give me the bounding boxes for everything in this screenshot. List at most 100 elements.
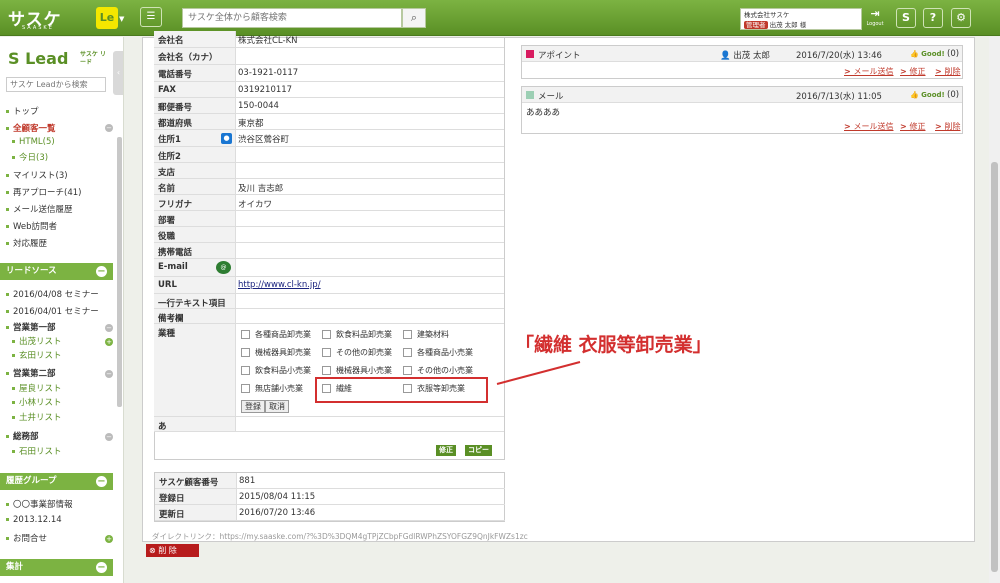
industry-checkbox[interactable]: その他の卸売業 (322, 347, 392, 358)
nav-all-customers[interactable]: 全顧客一覧 (6, 122, 56, 134)
nav-today[interactable]: 今日(3) (12, 151, 48, 163)
le-app-badge[interactable]: Le (96, 7, 118, 29)
sidebar-collapse-icon[interactable]: ‹ (113, 51, 123, 95)
role-badge: 管理者 (744, 21, 768, 29)
nav-reapproach[interactable]: 再アプローチ(41) (6, 186, 81, 198)
lead-source-item[interactable]: 玄田リスト (12, 349, 62, 361)
scroll-thumb[interactable] (991, 162, 998, 572)
industry-checkbox[interactable]: 機械器具卸売業 (241, 347, 311, 358)
nav-top[interactable]: トップ (6, 105, 39, 117)
register-button[interactable]: 登録 (241, 400, 265, 413)
collapse-icon[interactable]: − (105, 370, 113, 378)
copy-button[interactable]: コピー (465, 445, 492, 456)
industry-checkbox[interactable]: その他の小売業 (403, 365, 473, 376)
nav-response-history[interactable]: 対応履歴 (6, 237, 47, 249)
collapse-icon[interactable]: − (96, 562, 107, 573)
send-mail-link[interactable]: メール送信 (844, 121, 894, 132)
lead-logo: S Lead サスケ リード (8, 49, 106, 68)
industry-checkbox[interactable]: 各種商品卸売業 (241, 329, 311, 340)
field-row: 役職 (154, 227, 504, 243)
chevron-down-icon[interactable]: ▼ (119, 15, 124, 23)
field-row: URL http://www.cl-kn.jp/ (154, 277, 504, 294)
edit-link[interactable]: 修正 (900, 66, 926, 77)
edit-link[interactable]: 修正 (900, 121, 926, 132)
delete-link[interactable]: 削除 (935, 121, 961, 132)
add-icon[interactable]: + (105, 535, 113, 543)
search-icon: ⌕ (410, 11, 418, 24)
gear-icon[interactable]: ⚙ (951, 8, 971, 28)
nav-web-visitors[interactable]: Web訪問者 (6, 220, 57, 232)
saaske-menu-icon[interactable]: S (896, 8, 916, 28)
lead-source-item[interactable]: 土井リスト (12, 411, 62, 423)
meta-table: サスケ顧客番号 881 登録日 2015/08/04 11:15 更新日 2016/0… (154, 472, 505, 522)
sidebar-scrollbar[interactable] (117, 137, 122, 407)
field-row: 携帯電話 (154, 243, 504, 259)
edit-button[interactable]: 修正 (436, 445, 456, 456)
saaske-logo[interactable]: サスケ SAASKE (8, 5, 62, 31)
activity-type: アポイント (538, 51, 581, 61)
good-button[interactable]: 👍 Good! (910, 91, 945, 99)
collapse-icon[interactable]: − (96, 476, 107, 487)
delete-button[interactable]: ⊗ 削 除 (146, 544, 199, 557)
appointment-icon (526, 50, 534, 58)
history-item[interactable]: 〇〇事業部情報 (6, 498, 73, 510)
activity-card: アポイント 👤 出茂 太郎 2016/7/20(水) 13:46 👍 Good!… (521, 45, 963, 79)
direct-link[interactable]: ダイレクトリンク：https://my.saaske.com/?%3D%3DQM… (152, 531, 528, 542)
industry-checkbox[interactable]: 機械器具小売業 (322, 365, 392, 376)
history-item[interactable]: お問合せ (6, 532, 47, 544)
user-name: 出茂 太郎 様 (769, 21, 807, 29)
history-item[interactable]: 2013.12.14 (6, 515, 62, 525)
url-link[interactable]: http://www.cl-kn.jp/ (238, 280, 321, 290)
callout-text: 「繊維 衣服等卸売業」 (515, 334, 712, 356)
industry-checkbox[interactable]: 各種商品小売業 (403, 347, 473, 358)
global-search-input[interactable] (182, 8, 402, 28)
lead-source-item[interactable]: 出茂リスト (12, 335, 62, 347)
lead-source-item[interactable]: 小林リスト (12, 396, 62, 408)
meta-row: サスケ顧客番号 881 (155, 473, 505, 489)
delete-link[interactable]: 削除 (935, 66, 961, 77)
field-row: フリガナ オイカワ (154, 195, 504, 211)
lead-source-group[interactable]: 営業第一部 (6, 321, 56, 333)
lead-source-item[interactable]: 2016/04/08 セミナー (6, 288, 99, 300)
good-count: (0) (947, 90, 960, 100)
industry-checkbox[interactable]: 建築材料 (403, 329, 449, 340)
lead-source-item[interactable]: 石田リスト (12, 445, 62, 457)
map-pin-icon[interactable]: ● (221, 133, 232, 144)
logout-button[interactable]: ⇥ Logout (866, 7, 884, 29)
field-row: 会社名（カナ） (154, 48, 504, 65)
sidebar-search-input[interactable] (6, 77, 106, 92)
page-scrollbar[interactable] (989, 37, 1000, 583)
good-button[interactable]: 👍 Good! (910, 50, 945, 58)
collapse-icon[interactable]: − (96, 266, 107, 277)
cancel-button[interactable]: 取消 (265, 400, 289, 413)
history-group-header[interactable]: 履歴グループ − (0, 473, 113, 490)
aggregate-header[interactable]: 集計 − (0, 559, 113, 576)
industry-checkbox[interactable]: 無店舗小売業 (241, 383, 303, 394)
lead-source-item[interactable]: 2016/04/01 セミナー (6, 305, 99, 317)
send-mail-icon[interactable]: @ (216, 261, 231, 274)
lead-source-item[interactable]: 屋良リスト (12, 382, 62, 394)
lead-source-group[interactable]: 総務部 (6, 430, 39, 442)
field-row: 住所2 (154, 147, 504, 163)
help-icon[interactable]: ? (923, 8, 943, 28)
send-mail-link[interactable]: メール送信 (844, 66, 894, 77)
nav-mylist[interactable]: マイリスト(3) (6, 169, 68, 181)
collapse-icon[interactable]: − (105, 324, 113, 332)
lead-source-header[interactable]: リードソース − (0, 263, 113, 280)
nav-mail-history[interactable]: メール送信履歴 (6, 203, 73, 215)
nav-html[interactable]: HTML(5) (12, 137, 55, 147)
chat-icon[interactable]: ☰ (140, 7, 162, 27)
field-row: 電話番号 03-1921-0117 (154, 65, 504, 82)
lead-source-group[interactable]: 営業第二部 (6, 367, 56, 379)
add-icon[interactable]: + (105, 338, 113, 346)
industry-checkbox[interactable]: 飲食料品卸売業 (322, 329, 392, 340)
collapse-icon[interactable]: − (105, 433, 113, 441)
meta-row: 更新日 2016/07/20 13:46 (155, 505, 505, 521)
field-row: FAX 0319210117 (154, 82, 504, 98)
field-row: 住所1 渋谷区鶯谷町 ● (154, 130, 504, 147)
collapse-icon[interactable]: − (105, 124, 113, 132)
industry-checkbox[interactable]: 飲食料品小売業 (241, 365, 311, 376)
mail-icon (526, 91, 534, 99)
activity-date: 2016/7/20(水) 13:46 (796, 51, 882, 61)
search-button[interactable]: ⌕ (402, 8, 426, 28)
